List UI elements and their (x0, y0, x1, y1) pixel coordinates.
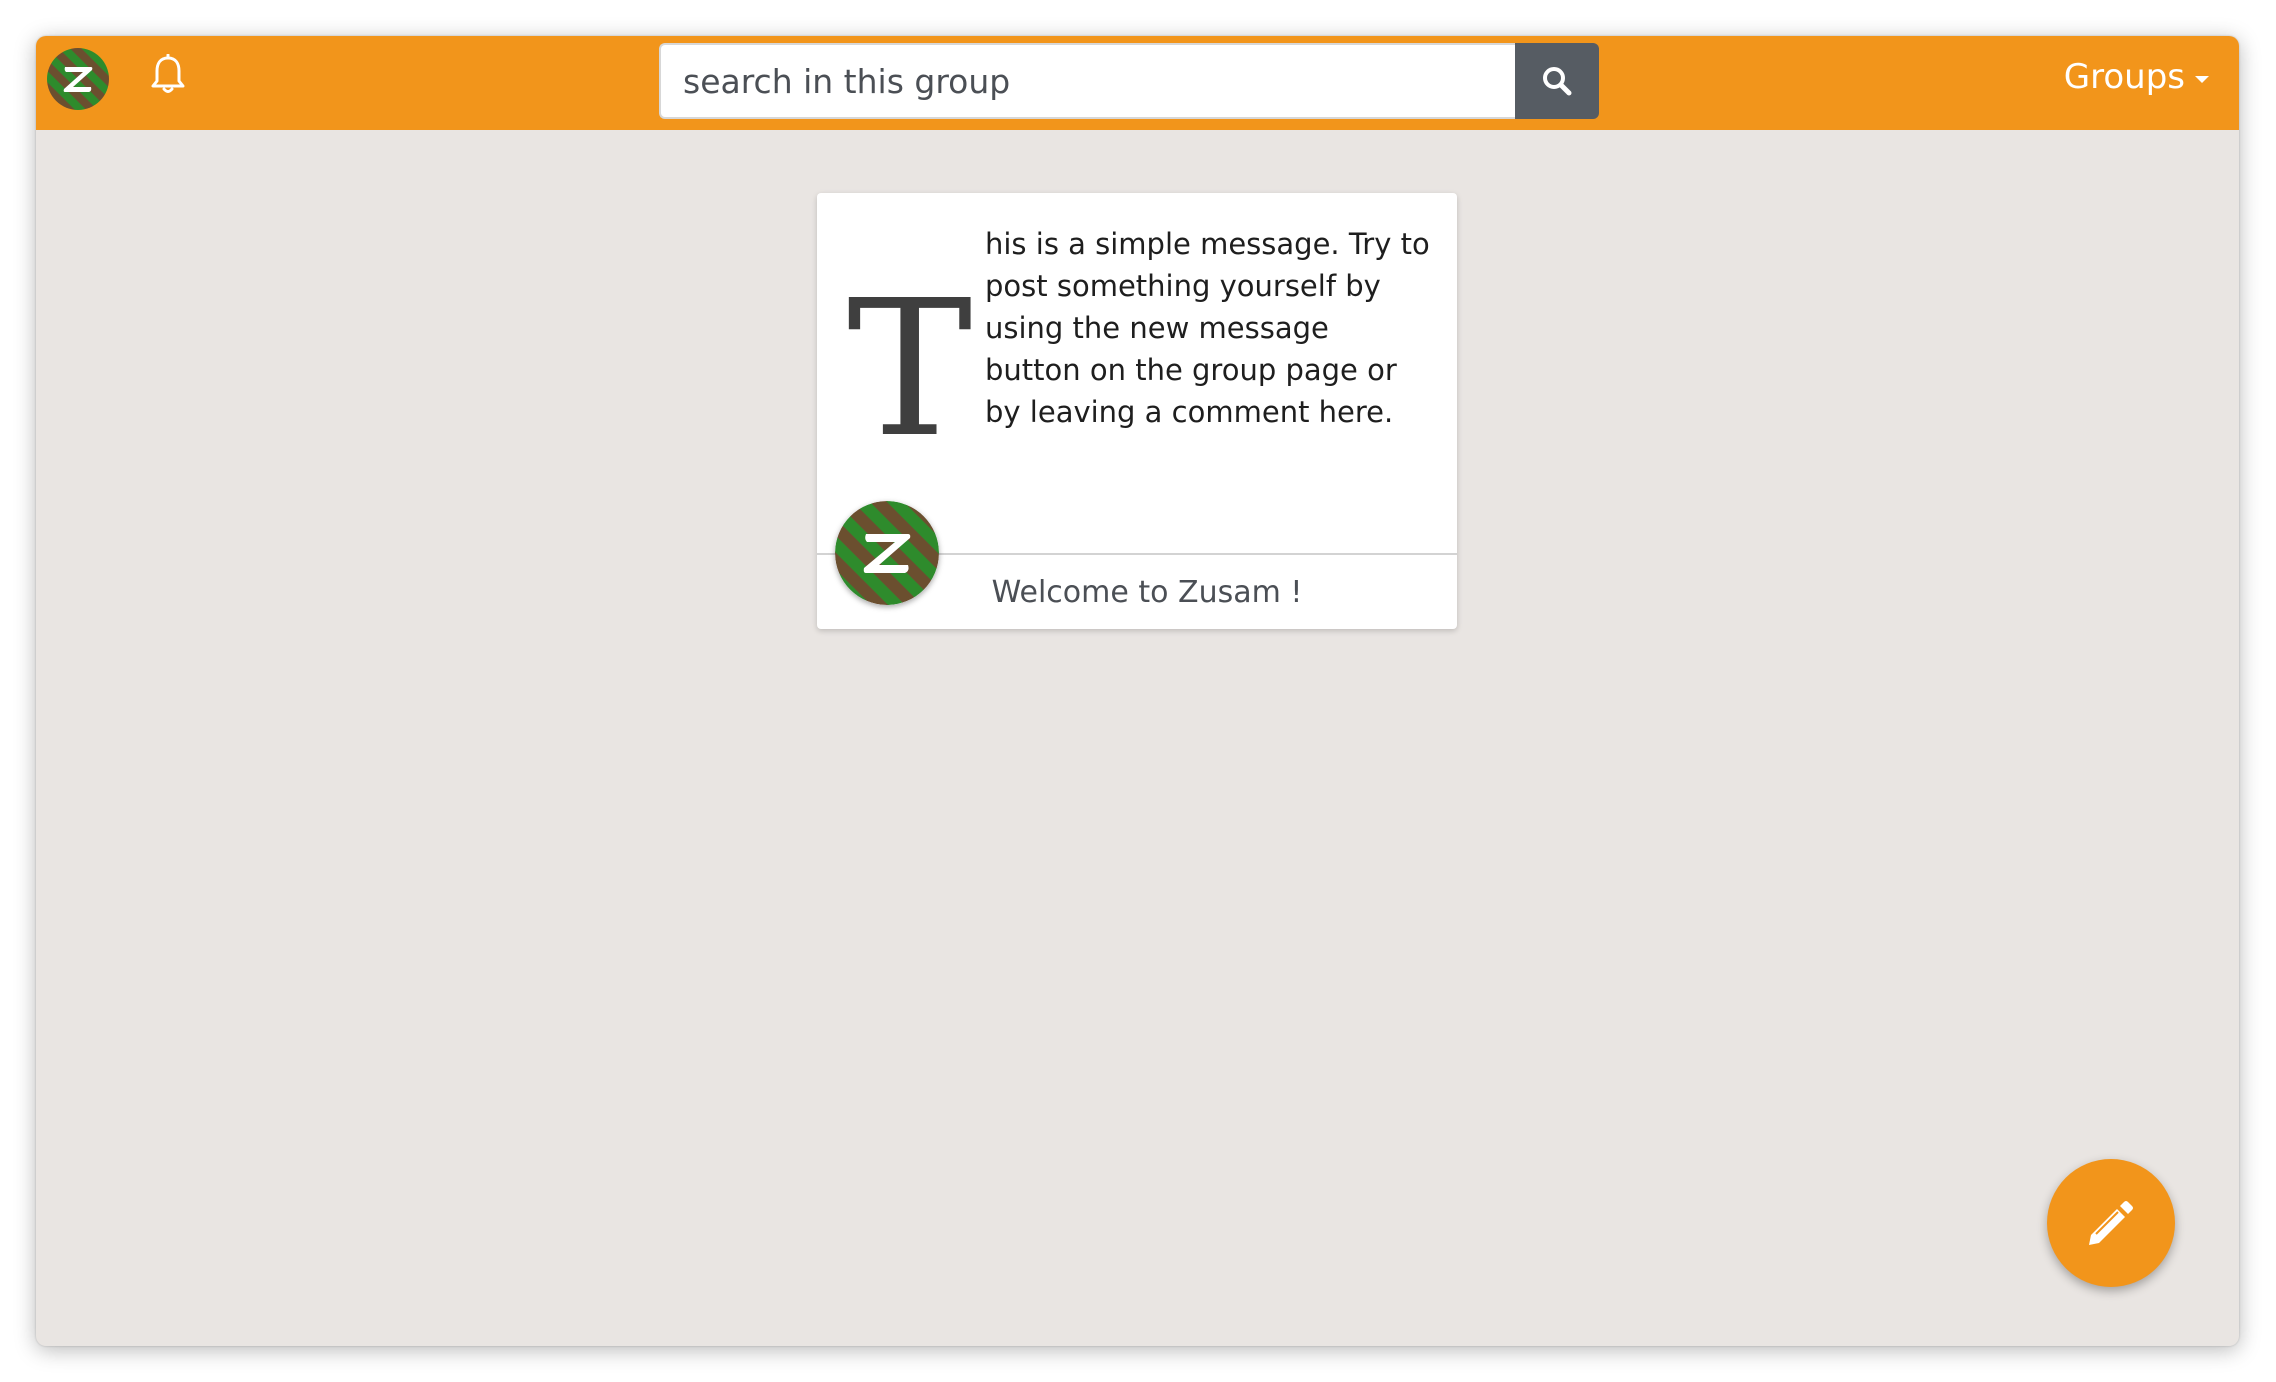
groups-dropdown[interactable]: Groups (2064, 55, 2209, 99)
drop-cap: T (847, 260, 973, 479)
top-navbar: Groups (36, 36, 2239, 130)
bell-icon[interactable] (148, 54, 188, 98)
search-input[interactable] (659, 43, 1515, 119)
new-message-button[interactable] (2047, 1159, 2175, 1287)
groups-label: Groups (2063, 57, 2185, 97)
app-window: Groups T his is a simple message. Try to… (36, 36, 2239, 1346)
zusam-logo-icon[interactable] (46, 47, 110, 111)
message-title: Welcome to Zusam ! (991, 574, 1303, 610)
message-preview: T his is a simple message. Try to post s… (817, 193, 1457, 553)
search-button[interactable] (1515, 43, 1599, 119)
message-card[interactable]: T his is a simple message. Try to post s… (817, 193, 1457, 629)
search-bar (659, 43, 1599, 119)
caret-down-icon (2195, 75, 2209, 83)
message-text: his is a simple message. Try to post som… (985, 227, 1430, 429)
pencil-icon (2089, 1201, 2133, 1245)
search-icon (1543, 67, 1572, 96)
